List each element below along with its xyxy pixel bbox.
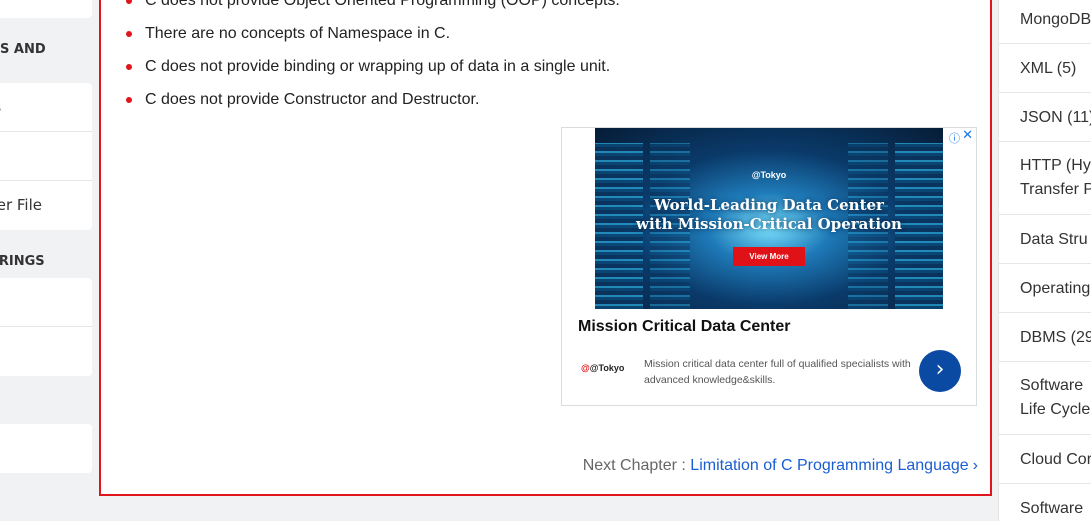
ad-logo: @@Tokyo bbox=[581, 363, 625, 373]
sidebar-heading-2: TRINGS bbox=[0, 254, 45, 269]
ad-info-icon[interactable]: ⓘ bbox=[949, 130, 960, 146]
content-box: C does not provide Object Oriented Progr… bbox=[99, 0, 992, 496]
ad-brand-text: @Tokyo bbox=[751, 170, 787, 180]
sidebar-item-cloud[interactable]: Cloud Cor bbox=[999, 435, 1091, 484]
chevron-right-icon[interactable]: › bbox=[919, 350, 961, 392]
list-item: C does not provide binding or wrapping u… bbox=[123, 56, 620, 89]
bullet-icon bbox=[126, 97, 132, 103]
view-more-button[interactable]: View More bbox=[733, 247, 805, 266]
sidebar-item[interactable] bbox=[0, 424, 92, 473]
sidebar-item-json[interactable]: JSON (11) bbox=[999, 93, 1091, 142]
sidebar-item-xml[interactable]: XML (5) bbox=[999, 44, 1091, 93]
sidebar-item[interactable]: ader File bbox=[0, 181, 92, 230]
list-item: C does not provide Constructor and Destr… bbox=[123, 89, 620, 122]
chevron-right-icon[interactable]: › bbox=[973, 457, 978, 474]
sidebar-item-mongodb[interactable]: MongoDB bbox=[999, 0, 1091, 44]
bullet-icon bbox=[126, 31, 132, 37]
sidebar-item-dbms[interactable]: DBMS (29 bbox=[999, 313, 1091, 362]
sidebar-item[interactable] bbox=[0, 278, 92, 327]
advertisement[interactable]: @Tokyo World-Leading Data Center with Mi… bbox=[561, 127, 977, 406]
sidebar-item-operating-system[interactable]: Operating bbox=[999, 264, 1091, 313]
next-chapter: Next Chapter : Limitation of C Programmi… bbox=[582, 457, 978, 474]
sidebar-card-3 bbox=[0, 424, 92, 473]
ad-banner-image[interactable]: @Tokyo World-Leading Data Center with Mi… bbox=[595, 128, 943, 309]
right-sidebar: MongoDB XML (5) JSON (11) HTTP (Hy Trans… bbox=[998, 0, 1091, 521]
limitations-list: C does not provide Object Oriented Progr… bbox=[123, 0, 620, 122]
bullet-icon bbox=[126, 64, 132, 70]
sidebar-item-http[interactable]: HTTP (Hy Transfer P bbox=[999, 142, 1091, 215]
sidebar-item-data-structures[interactable]: Data Stru bbox=[999, 215, 1091, 264]
sidebar-item-software[interactable]: Software bbox=[999, 484, 1091, 521]
ad-title[interactable]: Mission Critical Data Center bbox=[578, 318, 791, 336]
bullet-icon bbox=[126, 0, 132, 4]
sidebar-heading-1: RS AND bbox=[0, 42, 46, 57]
next-chapter-link[interactable]: Limitation of C Programming Language bbox=[690, 457, 968, 474]
sidebar-item[interactable]: s bbox=[0, 132, 92, 181]
sidebar-card-2 bbox=[0, 278, 92, 376]
sidebar-card-top bbox=[0, 0, 92, 18]
sidebar-card-1: ors s ader File bbox=[0, 83, 92, 230]
ad-description: Mission critical data center full of qua… bbox=[644, 358, 911, 386]
ad-headline: World-Leading Data Center with Mission-C… bbox=[636, 196, 902, 233]
sidebar-item[interactable] bbox=[0, 327, 92, 376]
left-sidebar: RS AND ors s ader File TRINGS bbox=[0, 0, 92, 521]
list-item: C does not provide Object Oriented Progr… bbox=[123, 0, 620, 23]
sidebar-item[interactable]: ors bbox=[0, 83, 92, 132]
list-item: There are no concepts of Namespace in C. bbox=[123, 23, 620, 56]
main-content: C does not provide Object Oriented Progr… bbox=[92, 0, 998, 521]
sidebar-item-sdlc[interactable]: Software Life Cycle bbox=[999, 362, 1091, 435]
close-icon[interactable]: ✕ bbox=[962, 128, 973, 143]
